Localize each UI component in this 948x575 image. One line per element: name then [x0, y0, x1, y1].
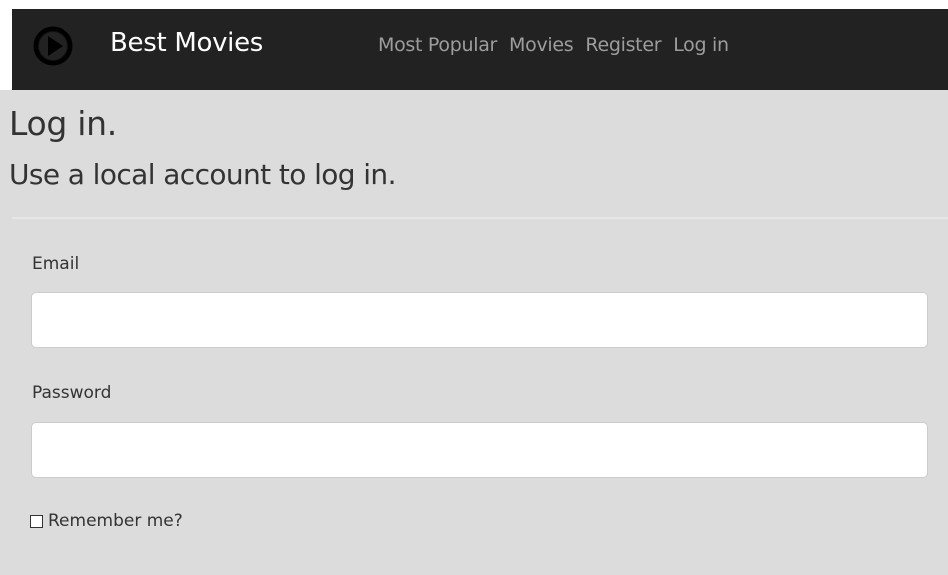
nav-link-register[interactable]: Register: [585, 31, 661, 59]
nav-link-log-in[interactable]: Log in: [673, 31, 729, 59]
divider: [12, 217, 948, 219]
page-title: Log in.: [9, 104, 117, 143]
email-field[interactable]: [31, 292, 928, 348]
main-content: Log in. Use a local account to log in. E…: [0, 90, 948, 575]
email-label: Email: [32, 254, 80, 274]
navbar: Best Movies Most Popular Movies Register…: [12, 9, 948, 90]
remember-me-option[interactable]: Remember me?: [30, 510, 183, 532]
page: Best Movies Most Popular Movies Register…: [0, 0, 948, 575]
nav-link-movies[interactable]: Movies: [509, 31, 574, 59]
password-label: Password: [32, 383, 112, 403]
nav-link-most-popular[interactable]: Most Popular: [378, 31, 497, 59]
password-field[interactable]: [31, 422, 928, 478]
nav-links: Most Popular Movies Register Log in: [378, 31, 741, 59]
brand-link[interactable]: Best Movies: [110, 26, 263, 60]
play-circle-icon[interactable]: [33, 26, 73, 66]
page-subtitle: Use a local account to log in.: [9, 158, 396, 191]
remember-me-label[interactable]: Remember me?: [48, 510, 183, 532]
remember-me-checkbox[interactable]: [30, 514, 43, 528]
